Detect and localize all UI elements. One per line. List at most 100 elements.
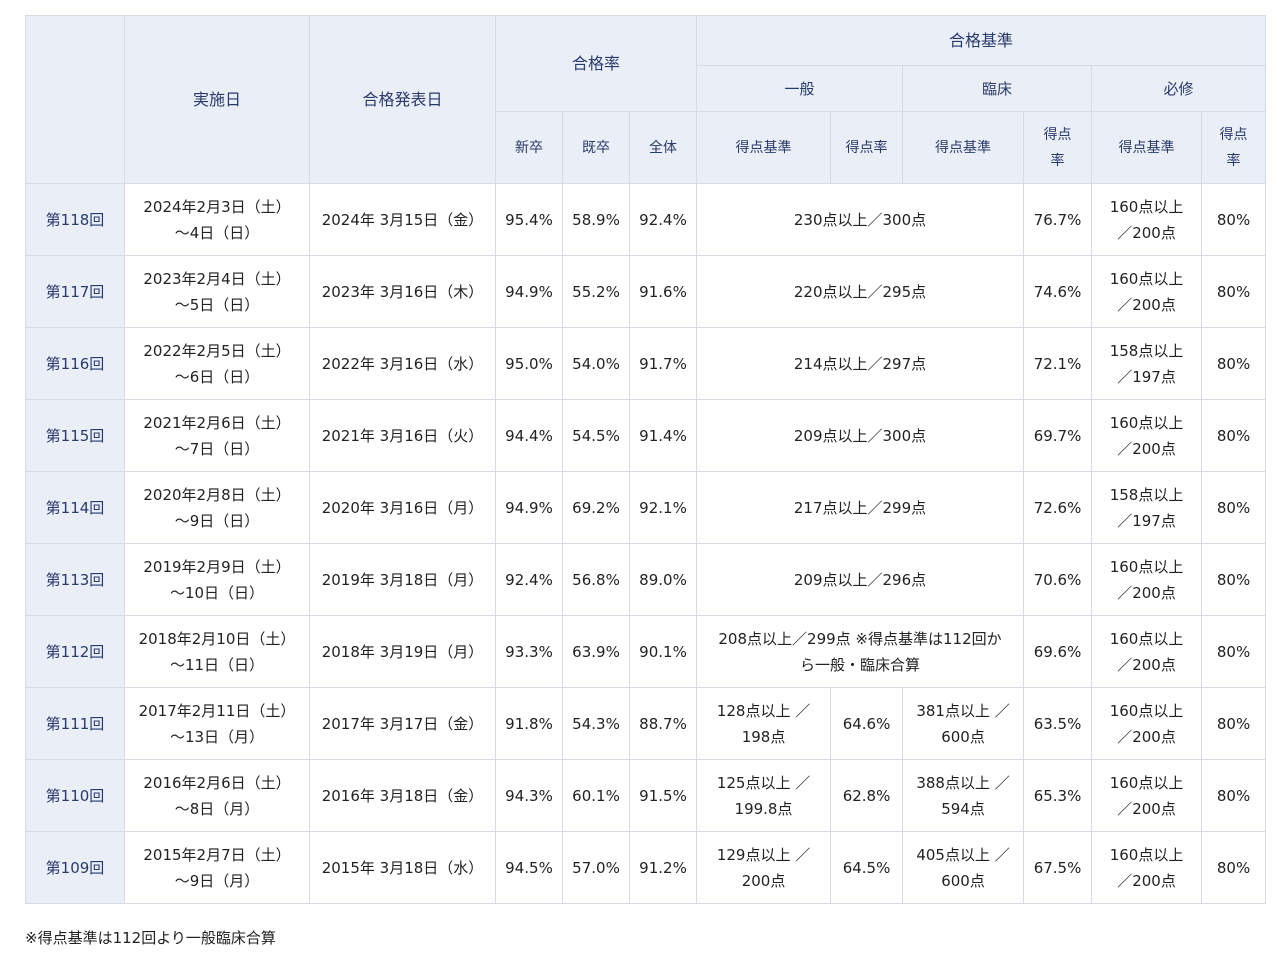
new-grad-rate: 94.9% <box>495 255 563 328</box>
table-body: 第118回 2024年2月3日（土） ～4日（日） 2024年 3月15日（金） 95.… <box>25 183 1267 904</box>
combined-score-criteria: 230点以上／300点 <box>696 183 1025 256</box>
header-clinical-score-criteria: 得点基準 <box>902 111 1025 184</box>
exam-date-line1: 2018年2月10日（土） <box>138 629 296 648</box>
exam-date-line2: ～11日（日） <box>169 655 265 674</box>
announce-date: 2021年 3月16日（火） <box>309 399 496 472</box>
round-label: 第109回 <box>25 831 125 904</box>
exam-date: 2022年2月5日（土） ～6日（日） <box>124 327 310 400</box>
combined-score-rate: 69.7% <box>1023 399 1093 472</box>
required-score-rate: 80% <box>1201 471 1267 544</box>
table-header: 実施日 合格発表日 合格率 合格基準 一般 臨床 必修 新卒 既卒 全体 得点基… <box>25 15 1267 184</box>
header-clinical-score-rate-label: 得点率 <box>1043 126 1072 169</box>
clinical-score-rate: 67.5% <box>1023 831 1093 904</box>
combined-score-rate: 72.6% <box>1023 471 1093 544</box>
announce-date: 2020年 3月16日（月） <box>309 471 496 544</box>
required-score-rate: 80% <box>1201 759 1267 832</box>
exam-date-line1: 2019年2月9日（土） <box>143 557 291 576</box>
exam-date-line2: ～5日（日） <box>174 295 260 314</box>
table-row: 第116回 2022年2月5日（土） ～6日（日） 2022年 3月16日（水） 95.… <box>25 327 1267 400</box>
general-score-criteria-line2: 199.8点 <box>734 799 793 818</box>
header-announce-date: 合格発表日 <box>309 15 496 184</box>
table-row: 第117回 2023年2月4日（土） ～5日（日） 2023年 3月16日（木） 94.… <box>25 255 1267 328</box>
clinical-score-rate: 65.3% <box>1023 759 1093 832</box>
new-grad-rate: 94.3% <box>495 759 563 832</box>
announce-date: 2019年 3月18日（月） <box>309 543 496 616</box>
clinical-score-criteria-line1: 381点以上 ／ <box>916 701 1010 720</box>
prior-grad-rate: 57.0% <box>562 831 630 904</box>
table-row: 第111回 2017年2月11日（土） ～13日（月） 2017年 3月17日（金） 9… <box>25 687 1267 760</box>
combined-score-criteria: 214点以上／297点 <box>696 327 1025 400</box>
results-table-wrapper: 実施日 合格発表日 合格率 合格基準 一般 臨床 必修 新卒 既卒 全体 得点基… <box>25 15 1267 904</box>
combined-score-criteria: 217点以上／299点 <box>696 471 1025 544</box>
general-score-criteria: 125点以上 ／ 199.8点 <box>696 759 832 832</box>
footnote: ※得点基準は112回より一般臨床合算 <box>25 929 276 947</box>
required-score-criteria-line2: ／197点 <box>1117 367 1176 386</box>
header-round-blank <box>25 15 125 184</box>
required-score-criteria-line2: ／200点 <box>1117 799 1176 818</box>
required-score-rate: 80% <box>1201 183 1267 256</box>
announce-date: 2016年 3月18日（金） <box>309 759 496 832</box>
table-row: 第114回 2020年2月8日（土） ～9日（日） 2020年 3月16日（月） 94.… <box>25 471 1267 544</box>
header-new-grad: 新卒 <box>495 111 563 184</box>
required-score-criteria-line1: 160点以上 <box>1109 629 1184 648</box>
general-score-criteria-line1: 129点以上 ／ <box>716 845 811 864</box>
exam-date-line1: 2017年2月11日（土） <box>138 701 296 720</box>
header-prior-grad: 既卒 <box>562 111 630 184</box>
new-grad-rate: 95.4% <box>495 183 563 256</box>
exam-date: 2015年2月7日（土） ～9日（月） <box>124 831 310 904</box>
required-score-rate: 80% <box>1201 543 1267 616</box>
header-required: 必修 <box>1091 65 1267 112</box>
general-score-criteria: 128点以上 ／ 198点 <box>696 687 832 760</box>
exam-date-line2: ～4日（日） <box>174 223 260 242</box>
header-overall: 全体 <box>628 111 698 184</box>
exam-date: 2019年2月9日（土） ～10日（日） <box>124 543 310 616</box>
table-row: 第109回 2015年2月7日（土） ～9日（月） 2015年 3月18日（水） 94.… <box>25 831 1267 904</box>
exam-date-line1: 2016年2月6日（土） <box>143 773 291 792</box>
exam-date-line1: 2020年2月8日（土） <box>143 485 291 504</box>
exam-date-line2: ～9日（月） <box>174 871 260 890</box>
required-score-criteria-line2: ／200点 <box>1117 583 1176 602</box>
exam-date: 2021年2月6日（土） ～7日（日） <box>124 399 310 472</box>
prior-grad-rate: 54.5% <box>562 399 630 472</box>
required-score-criteria-line1: 158点以上 <box>1109 485 1184 504</box>
new-grad-rate: 91.8% <box>495 687 563 760</box>
general-score-rate: 64.6% <box>830 687 904 760</box>
exam-date-line2: ～6日（日） <box>174 367 260 386</box>
announce-date: 2024年 3月15日（金） <box>309 183 496 256</box>
announce-date: 2023年 3月16日（木） <box>309 255 496 328</box>
required-score-rate: 80% <box>1201 687 1267 760</box>
prior-grad-rate: 54.0% <box>562 327 630 400</box>
required-score-criteria: 160点以上 ／200点 <box>1091 615 1203 688</box>
overall-rate: 90.1% <box>628 615 698 688</box>
announce-date: 2015年 3月18日（水） <box>309 831 496 904</box>
header-general-score-criteria: 得点基準 <box>696 111 832 184</box>
prior-grad-rate: 56.8% <box>562 543 630 616</box>
prior-grad-rate: 63.9% <box>562 615 630 688</box>
prior-grad-rate: 54.3% <box>562 687 630 760</box>
combined-score-rate: 69.6% <box>1023 615 1093 688</box>
exam-date-line2: ～8日（月） <box>174 799 260 818</box>
general-score-rate: 64.5% <box>830 831 904 904</box>
required-score-criteria-line2: ／200点 <box>1117 223 1176 242</box>
announce-date: 2018年 3月19日（月） <box>309 615 496 688</box>
exam-date-line2: ～9日（日） <box>174 511 260 530</box>
overall-rate: 91.5% <box>628 759 698 832</box>
clinical-score-criteria: 388点以上 ／ 594点 <box>902 759 1025 832</box>
header-pass-rate: 合格率 <box>494 15 698 112</box>
table-row: 第110回 2016年2月6日（土） ～8日（月） 2016年 3月18日（金） 94.… <box>25 759 1267 832</box>
required-score-criteria-line2: ／200点 <box>1117 439 1176 458</box>
round-label: 第112回 <box>25 615 125 688</box>
round-label: 第111回 <box>25 687 125 760</box>
combined-score-rate: 76.7% <box>1023 183 1093 256</box>
required-score-criteria-line1: 158点以上 <box>1109 341 1184 360</box>
combined-score-criteria: 209点以上／296点 <box>696 543 1025 616</box>
combined-score-criteria-line1: 208点以上／299点 ※得点基準は112回か <box>718 629 1002 648</box>
required-score-criteria: 160点以上 ／200点 <box>1091 255 1203 328</box>
overall-rate: 91.6% <box>628 255 698 328</box>
required-score-criteria: 160点以上 ／200点 <box>1091 399 1203 472</box>
required-score-rate: 80% <box>1201 327 1267 400</box>
general-score-criteria-line1: 125点以上 ／ <box>716 773 811 792</box>
prior-grad-rate: 69.2% <box>562 471 630 544</box>
round-label: 第114回 <box>25 471 125 544</box>
new-grad-rate: 94.5% <box>495 831 563 904</box>
